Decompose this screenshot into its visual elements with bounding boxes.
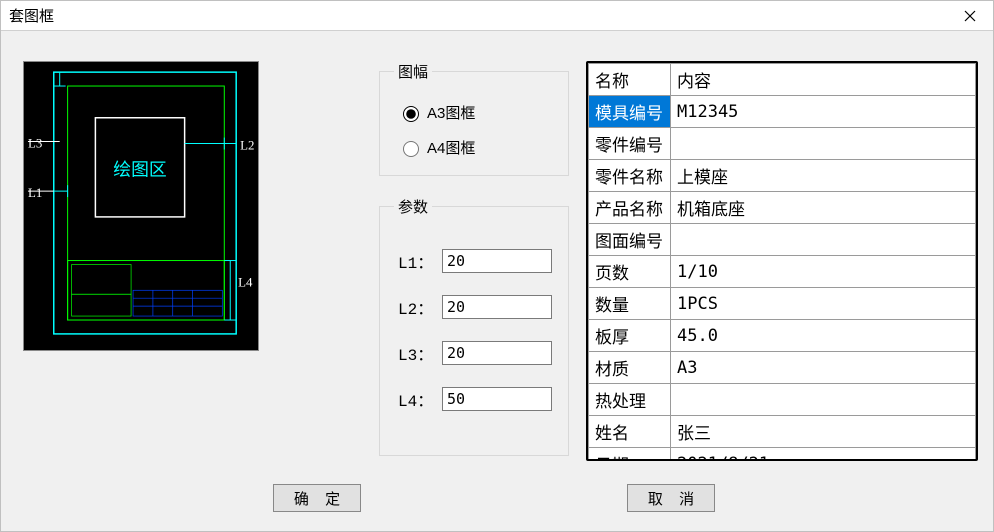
cell-value[interactable]: 机箱底座	[671, 192, 976, 224]
param-l2-label: L2：	[398, 295, 442, 319]
radio-a4[interactable]	[403, 141, 419, 157]
table-row[interactable]: 图面编号	[589, 224, 976, 256]
ok-button-label: 确 定	[294, 488, 346, 509]
cell-name[interactable]: 零件编号	[589, 128, 671, 160]
cell-name[interactable]: 图面编号	[589, 224, 671, 256]
table-row[interactable]: 姓名张三	[589, 416, 976, 448]
preview-svg: 绘图区	[24, 62, 258, 350]
param-l4-input[interactable]	[442, 387, 552, 411]
frame-preview: 绘图区	[23, 61, 259, 351]
cell-value[interactable]: 1/10	[671, 256, 976, 288]
cell-value[interactable]: M12345	[671, 96, 976, 128]
table-row[interactable]: 页数1/10	[589, 256, 976, 288]
format-fieldset: 图幅 A3图框 A4图框	[379, 61, 569, 176]
cell-value[interactable]: A3	[671, 352, 976, 384]
cell-name[interactable]: 产品名称	[589, 192, 671, 224]
radio-a3[interactable]	[403, 106, 419, 122]
table-header-row: 名称 内容	[589, 64, 976, 96]
cell-name[interactable]: 页数	[589, 256, 671, 288]
table-row[interactable]: 产品名称机箱底座	[589, 192, 976, 224]
cell-name[interactable]: 零件名称	[589, 160, 671, 192]
table-row[interactable]: 材质A3	[589, 352, 976, 384]
preview-l3-label: L3	[28, 137, 42, 151]
titlebar: 套图框	[1, 1, 993, 31]
cell-name[interactable]: 日期	[589, 448, 671, 462]
table-row[interactable]: 板厚45.0	[589, 320, 976, 352]
cell-value[interactable]: 1PCS	[671, 288, 976, 320]
radio-a4-label: A4图框	[427, 137, 475, 158]
preview-l1-label: L1	[28, 186, 42, 200]
dialog-body: 绘图区	[1, 31, 993, 531]
properties-table-wrap: 名称 内容 模具编号M12345零件编号零件名称上模座产品名称机箱底座图面编号页…	[586, 61, 978, 461]
preview-l2-label: L2	[240, 138, 254, 152]
cell-value[interactable]: 2021/8/21	[671, 448, 976, 462]
cell-value[interactable]: 45.0	[671, 320, 976, 352]
col-value-header[interactable]: 内容	[671, 64, 976, 96]
cell-value[interactable]: 上模座	[671, 160, 976, 192]
cell-name[interactable]: 数量	[589, 288, 671, 320]
params-fieldset: 参数 L1： L2： L3： L4：	[379, 196, 569, 456]
cell-name[interactable]: 材质	[589, 352, 671, 384]
radio-row-a3[interactable]: A3图框	[398, 102, 550, 123]
param-row-l2: L2：	[398, 295, 554, 319]
close-button[interactable]	[947, 1, 993, 31]
params-legend: 参数	[394, 196, 432, 217]
table-row[interactable]: 数量1PCS	[589, 288, 976, 320]
param-l4-label: L4：	[398, 387, 442, 411]
param-l3-input[interactable]	[442, 341, 552, 365]
drawing-area-label: 绘图区	[113, 159, 167, 179]
cell-name[interactable]: 板厚	[589, 320, 671, 352]
param-l1-input[interactable]	[442, 249, 552, 273]
cancel-button[interactable]: 取 消	[627, 484, 715, 512]
close-icon	[964, 10, 976, 22]
table-row[interactable]: 日期2021/8/21	[589, 448, 976, 462]
cell-value[interactable]: 张三	[671, 416, 976, 448]
param-l1-label: L1：	[398, 249, 442, 273]
param-row-l4: L4：	[398, 387, 554, 411]
table-row[interactable]: 零件名称上模座	[589, 160, 976, 192]
cell-value[interactable]	[671, 128, 976, 160]
format-legend: 图幅	[394, 61, 432, 82]
radio-a3-label: A3图框	[427, 102, 475, 123]
ok-button[interactable]: 确 定	[273, 484, 361, 512]
cell-name[interactable]: 姓名	[589, 416, 671, 448]
preview-l4-label: L4	[238, 275, 253, 289]
cell-name[interactable]: 热处理	[589, 384, 671, 416]
properties-table[interactable]: 名称 内容 模具编号M12345零件编号零件名称上模座产品名称机箱底座图面编号页…	[588, 63, 976, 461]
radio-row-a4[interactable]: A4图框	[398, 137, 550, 158]
param-row-l3: L3：	[398, 341, 554, 365]
cancel-button-label: 取 消	[648, 488, 700, 509]
param-l3-label: L3：	[398, 341, 442, 365]
cell-value[interactable]	[671, 384, 976, 416]
param-row-l1: L1：	[398, 249, 554, 273]
table-row[interactable]: 零件编号	[589, 128, 976, 160]
col-name-header[interactable]: 名称	[589, 64, 671, 96]
cell-value[interactable]	[671, 224, 976, 256]
cell-name[interactable]: 模具编号	[589, 96, 671, 128]
param-l2-input[interactable]	[442, 295, 552, 319]
window-title: 套图框	[9, 5, 947, 26]
table-row[interactable]: 热处理	[589, 384, 976, 416]
dialog-frame: 套图框 绘图区	[0, 0, 994, 532]
table-row[interactable]: 模具编号M12345	[589, 96, 976, 128]
